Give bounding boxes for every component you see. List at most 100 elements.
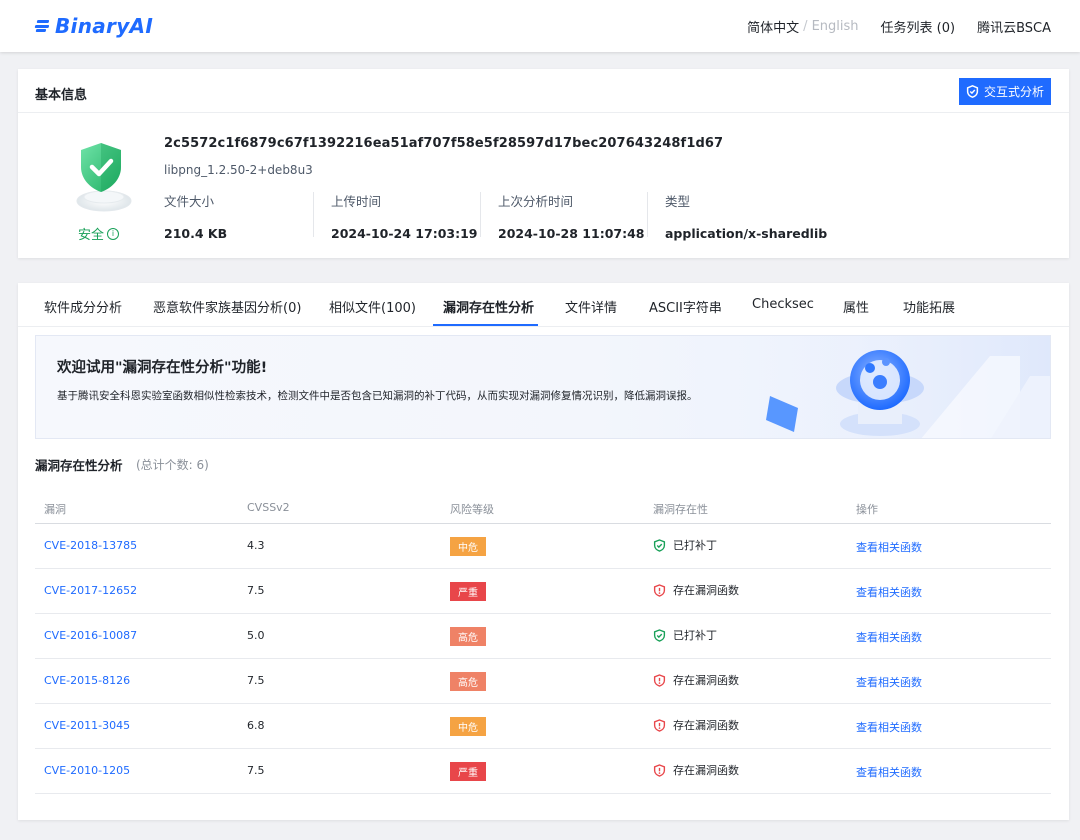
lang-separator: / [803, 19, 808, 34]
interactive-analysis-label: 交互式分析 [983, 85, 1044, 99]
cvss-score: 7.5 [247, 674, 265, 687]
tab-properties[interactable]: 属性 [843, 297, 869, 316]
cvss-score: 7.5 [247, 584, 265, 597]
meta-key: 上次分析时间 [498, 194, 574, 209]
account-menu[interactable]: 腾讯云BSCA [977, 17, 1051, 36]
cvss-score: 4.3 [247, 539, 265, 552]
safety-status: 安全 i [78, 224, 120, 243]
meta-key: 类型 [665, 194, 691, 209]
safety-status-text: 安全 [78, 228, 105, 243]
risk-badge: 高危 [450, 627, 486, 646]
view-functions-link[interactable]: 查看相关函数 [856, 674, 922, 690]
existence-status: 存在漏洞函数 [653, 582, 739, 598]
existence-text: 存在漏洞函数 [673, 719, 739, 732]
existence-status: 存在漏洞函数 [653, 672, 739, 688]
cve-link[interactable]: CVE-2011-3045 [44, 719, 130, 732]
divider [647, 192, 648, 237]
basic-info-title: 基本信息 [35, 88, 88, 103]
meta-value: 210.4 KB [164, 226, 228, 241]
section-count: (总计个数: 6) [136, 458, 209, 472]
existence-text: 已打补丁 [673, 629, 717, 642]
meta-upload-time: 上传时间 2024-10-24 17:03:19 [331, 191, 478, 241]
lang-en[interactable]: English [812, 19, 859, 34]
info-icon[interactable]: i [107, 227, 120, 240]
banner-description: 基于腾讯安全科恩实验室函数相似性检索技术，检测文件中是否包含已知漏洞的补丁代码，… [57, 390, 698, 402]
meta-key: 上传时间 [331, 194, 382, 209]
divider [313, 192, 314, 237]
tab-vuln-existence[interactable]: 漏洞存在性分析 [443, 297, 534, 316]
safe-shield-icon [73, 139, 135, 215]
logo-icon [34, 18, 51, 34]
view-functions-link[interactable]: 查看相关函数 [856, 539, 922, 555]
cve-link[interactable]: CVE-2018-13785 [44, 539, 137, 552]
banner-illustration [690, 336, 1050, 438]
risk-badge: 严重 [450, 582, 486, 601]
active-tab-indicator [433, 324, 538, 326]
table-row: CVE-2018-13785 4.3 中危 已打补丁 查看相关函数 [35, 524, 1051, 569]
existence-status: 存在漏洞函数 [653, 762, 739, 778]
table-row: CVE-2015-8126 7.5 高危 存在漏洞函数 查看相关函数 [35, 659, 1051, 704]
view-functions-link[interactable]: 查看相关函数 [856, 629, 922, 645]
cve-link[interactable]: CVE-2016-10087 [44, 629, 137, 642]
table-header: 漏洞 CVSSv2 风险等级 漏洞存在性 操作 [35, 490, 1051, 524]
section-title: 漏洞存在性分析 [35, 458, 123, 473]
meta-value: 2024-10-24 17:03:19 [331, 226, 478, 241]
basic-info-header: 基本信息 交互式分析 [18, 69, 1069, 113]
meta-value: 2024-10-28 11:07:48 [498, 226, 645, 241]
existence-status: 存在漏洞函数 [653, 717, 739, 733]
risk-badge: 高危 [450, 672, 486, 691]
shield-check-icon [653, 628, 666, 642]
basic-info-card: 基本信息 交互式分析 安全 i 2c5572c1f6879c67f1392216… [18, 69, 1069, 258]
logo[interactable]: BinaryAI [34, 14, 154, 38]
analysis-card: 软件成分分析 恶意软件家族基因分析(0) 相似文件(100) 漏洞存在性分析 文… [18, 283, 1069, 820]
column-header: CVSSv2 [247, 501, 290, 514]
shield-alert-icon [653, 763, 666, 777]
cvss-score: 6.8 [247, 719, 265, 732]
cve-link[interactable]: CVE-2015-8126 [44, 674, 130, 687]
table-row: CVE-2017-12652 7.5 严重 存在漏洞函数 查看相关函数 [35, 569, 1051, 614]
shield-alert-icon [653, 718, 666, 732]
column-header: 漏洞存在性 [653, 503, 708, 516]
risk-badge: 中危 [450, 717, 486, 736]
view-functions-link[interactable]: 查看相关函数 [856, 584, 922, 600]
cve-link[interactable]: CVE-2017-12652 [44, 584, 137, 597]
table-row: CVE-2011-3045 6.8 中危 存在漏洞函数 查看相关函数 [35, 704, 1051, 749]
divider [480, 192, 481, 237]
logo-text: BinaryAI [55, 14, 154, 38]
tab-similar-files[interactable]: 相似文件(100) [329, 297, 416, 316]
lang-zh[interactable]: 简体中文 [747, 17, 799, 36]
task-list-link[interactable]: 任务列表 (0) [881, 17, 956, 36]
tab-ascii-strings[interactable]: ASCII字符串 [649, 297, 722, 316]
view-functions-link[interactable]: 查看相关函数 [856, 764, 922, 780]
existence-status: 已打补丁 [653, 537, 717, 553]
tab-bar: 软件成分分析 恶意软件家族基因分析(0) 相似文件(100) 漏洞存在性分析 文… [18, 283, 1069, 327]
column-header: 操作 [856, 503, 878, 516]
tab-malware-family[interactable]: 恶意软件家族基因分析(0) [153, 297, 301, 316]
meta-key: 文件大小 [164, 194, 215, 209]
cve-link[interactable]: CVE-2010-1205 [44, 764, 130, 777]
meta-file-size: 文件大小 210.4 KB [164, 191, 228, 241]
meta-value: application/x-sharedlib [665, 226, 828, 241]
column-header: 漏洞 [44, 503, 66, 516]
top-nav: 简体中文 / English 任务列表 (0) 腾讯云BSCA [747, 17, 1051, 36]
existence-text: 存在漏洞函数 [673, 764, 739, 777]
tab-software-composition[interactable]: 软件成分分析 [44, 297, 122, 316]
table-row: CVE-2010-1205 7.5 严重 存在漏洞函数 查看相关函数 [35, 749, 1051, 794]
meta-last-analysis-time: 上次分析时间 2024-10-28 11:07:48 [498, 191, 645, 241]
tab-extensions[interactable]: 功能拓展 [903, 297, 955, 316]
feature-banner: 欢迎试用"漏洞存在性分析"功能! 基于腾讯安全科恩实验室函数相似性检索技术，检测… [35, 335, 1051, 439]
top-bar: BinaryAI 简体中文 / English 任务列表 (0) 腾讯云BSCA [0, 0, 1080, 52]
meta-type: 类型 application/x-sharedlib [665, 191, 828, 241]
interactive-analysis-button[interactable]: 交互式分析 [959, 78, 1051, 105]
tab-file-details[interactable]: 文件详情 [565, 297, 617, 316]
existence-text: 存在漏洞函数 [673, 674, 739, 687]
existence-status: 已打补丁 [653, 627, 717, 643]
tab-checksec[interactable]: Checksec [752, 297, 814, 312]
vuln-table: 漏洞 CVSSv2 风险等级 漏洞存在性 操作 CVE-2018-13785 4… [35, 490, 1051, 794]
banner-title: 欢迎试用"漏洞存在性分析"功能! [57, 360, 268, 376]
shield-check-icon [653, 538, 666, 552]
package-name: libpng_1.2.50-2+deb8u3 [164, 163, 313, 177]
column-header: 风险等级 [450, 503, 494, 516]
view-functions-link[interactable]: 查看相关函数 [856, 719, 922, 735]
table-row: CVE-2016-10087 5.0 高危 已打补丁 查看相关函数 [35, 614, 1051, 659]
